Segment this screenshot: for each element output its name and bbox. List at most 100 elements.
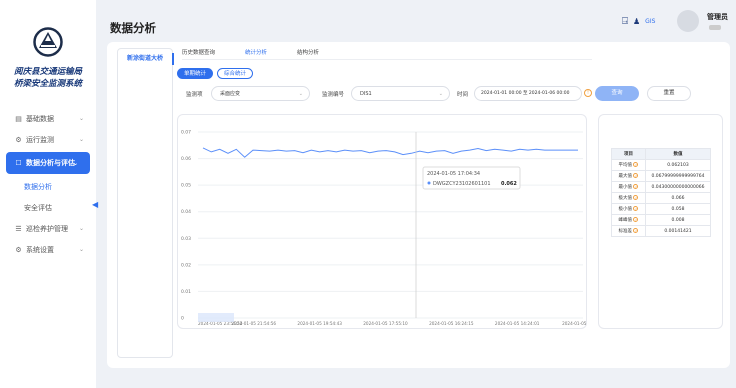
help-icon[interactable]: ? <box>633 217 639 222</box>
stats-key: 峰峰值 ? <box>611 214 646 226</box>
tooltip-marker <box>427 181 431 185</box>
x-tick-label: 2024-01-05 21:54:56 <box>232 321 277 326</box>
help-icon[interactable]: ? <box>633 162 639 167</box>
stats-value: 0.06799999999999764 <box>645 170 711 182</box>
sidebar-item-label: 系统设置 <box>26 245 54 254</box>
sidebar-item-basic-data[interactable]: ▤ 基础数据 ⌄ <box>0 108 96 129</box>
help-icon[interactable]: ? <box>633 206 639 211</box>
sidebar-item-monitoring[interactable]: ⚙ 运行监测 ⌄ <box>0 129 96 150</box>
code-select-value: DIS1 <box>360 91 372 97</box>
x-tick-label: 2024-01-05 12:24:0 <box>562 321 588 326</box>
user-role-badge <box>709 25 721 30</box>
y-tick-label: 0.02 <box>181 262 191 268</box>
chevron-down-icon: ⌄ <box>78 225 84 232</box>
help-icon[interactable]: ? <box>633 173 639 178</box>
settings-icon: ⚙ <box>15 245 22 254</box>
item-select[interactable]: 采面应变 ⌄ <box>211 86 310 101</box>
date-range-value: 2024-01-01 00:00 至 2024-01-06 00:00 <box>481 91 570 96</box>
org-name: 阅庆县交通运输局 桥梁安全监测系统 <box>0 66 96 90</box>
stats-key-label: 标准差 <box>618 229 633 234</box>
sidebar-item-label: 数据分析与评估 <box>26 159 75 167</box>
sidebar-subitem-data-analysis[interactable]: 数据分析 <box>0 176 96 197</box>
chart-panel: 0.07 0.06 0.05 0.04 0.03 0.02 0.01 0 2024-01-05 … <box>177 114 604 330</box>
subtab-bar: 单期统计 综合统计 <box>177 68 254 79</box>
chevron-up-icon: ⌄ <box>72 159 78 167</box>
page-title: 数据分析 <box>110 21 156 35</box>
sidebar-item-label: 运行监测 <box>26 135 54 144</box>
stats-key: 最大值 ? <box>611 170 646 182</box>
subtab-single[interactable]: 单期统计 <box>177 68 214 79</box>
tab-divider <box>182 59 592 60</box>
stats-row: 平均值 ? 0.062103 <box>611 159 711 171</box>
chevron-down-icon: ⌄ <box>298 91 303 97</box>
stats-key-label: 最小值 <box>618 185 633 190</box>
user-icon[interactable]: ♟ <box>633 17 640 26</box>
stats-key: 标准差 ? <box>611 225 646 237</box>
stats-key: 平均值 ? <box>611 159 646 171</box>
stats-key-label: 极大值 <box>618 196 633 201</box>
y-tick-label: 0.04 <box>181 209 191 215</box>
stats-key: 最小值 ? <box>611 181 646 193</box>
y-tick-label: 0 <box>181 316 184 322</box>
stats-row: 最小值 ? 0.04300000000000066 <box>611 181 711 193</box>
chevron-down-icon: ⌄ <box>78 136 84 143</box>
line-chart[interactable]: 0.07 0.06 0.05 0.04 0.03 0.02 0.01 0 2024-01-05 … <box>178 115 604 330</box>
gear-icon: ⚙ <box>15 135 22 144</box>
org-line-2: 桥梁安全监测系统 <box>13 79 82 89</box>
time-label: 时间 <box>457 92 469 98</box>
sidebar-item-label: 巡检养护管理 <box>26 224 68 233</box>
stats-key-label: 平均值 <box>618 163 633 168</box>
stats-value: 0.058 <box>645 203 711 215</box>
user-name[interactable]: 管理员 <box>707 12 728 22</box>
stats-key-label: 峰峰值 <box>618 218 633 223</box>
sidebar-item-settings[interactable]: ⚙ 系统设置 ⌄ <box>0 239 96 260</box>
sidebar-item-inspection[interactable]: ☰ 巡检养护管理 ⌄ <box>0 218 96 239</box>
sidebar-menu: ▤ 基础数据 ⌄ ⚙ 运行监测 ⌄ ☐ 数据分析与评估 ⌄ 数据分析 安全评估 … <box>0 108 96 260</box>
y-tick-label: 0.06 <box>181 156 191 162</box>
help-icon[interactable]: ? <box>633 195 639 200</box>
collapse-arrow-icon[interactable]: ◀ <box>92 200 98 209</box>
date-range-picker[interactable]: 2024-01-01 00:00 至 2024-01-06 00:00 <box>474 86 582 101</box>
x-tick-label: 2024-01-05 17:55:10 <box>363 321 408 326</box>
stats-value: 0.04300000000000066 <box>645 181 711 193</box>
stats-header-row: 项目 数值 <box>611 148 711 160</box>
stats-value: 0.00141421 <box>645 225 711 237</box>
sidebar-item-analysis[interactable]: ☐ 数据分析与评估 ⌄ <box>6 152 90 174</box>
stats-row: 极大值 ? 0.066 <box>611 192 711 204</box>
chevron-down-icon: ⌄ <box>78 115 84 122</box>
stats-row: 峰峰值 ? 0.008 <box>611 214 711 226</box>
stats-value: 0.062103 <box>645 159 711 171</box>
stats-value: 0.066 <box>645 192 711 204</box>
stats-key: 极大值 ? <box>611 192 646 204</box>
series-line <box>202 147 578 158</box>
x-tick-label: 2024-01-05 14:24:01 <box>495 321 540 326</box>
help-icon[interactable]: ? <box>633 228 639 233</box>
y-tick-label: 0.07 <box>181 130 191 136</box>
y-tick-label: 0.01 <box>181 289 191 295</box>
chart-icon: ☐ <box>15 159 22 167</box>
bridge-item[interactable]: 新涂街道大桥 <box>118 53 174 65</box>
filter-bar: 监测项 采面应变 ⌄ 监测编号 DIS1 ⌄ 时间 2024-01-01 00:… <box>186 86 706 102</box>
code-select[interactable]: DIS1 ⌄ <box>351 86 450 101</box>
avatar[interactable] <box>677 10 699 32</box>
stats-panel: 项目 数值 平均值 ? 0.062103 最大值 ? 0.06799999999999… <box>598 114 723 329</box>
logout-icon[interactable]: ⍈ <box>622 16 628 27</box>
gis-link[interactable]: GIS <box>645 18 655 25</box>
reset-button[interactable]: 重置 <box>647 86 691 101</box>
subtab-combined[interactable]: 综合统计 <box>217 68 254 79</box>
help-icon[interactable]: ? <box>633 184 639 189</box>
list-icon: ☰ <box>15 224 22 233</box>
x-tick-label: 2024-01-05 16:24:15 <box>429 321 474 326</box>
grid-icon: ▤ <box>15 114 22 123</box>
y-tick-label: 0.03 <box>181 236 191 242</box>
sidebar-subitem-safety-assessment[interactable]: 安全评估 <box>0 197 96 218</box>
x-tick-label: 2024-01-05 19:54:43 <box>297 321 342 326</box>
sidebar-item-label: 安全评估 <box>24 203 52 212</box>
stats-table: 项目 数值 平均值 ? 0.062103 最大值 ? 0.06799999999999… <box>611 148 711 237</box>
stats-value: 0.008 <box>645 214 711 226</box>
warning-icon: ! <box>584 89 592 97</box>
query-button[interactable]: 查询 <box>595 86 639 101</box>
code-label: 监测编号 <box>322 92 345 98</box>
y-tick-label: 0.05 <box>181 183 191 189</box>
zoom-slider <box>198 313 234 322</box>
